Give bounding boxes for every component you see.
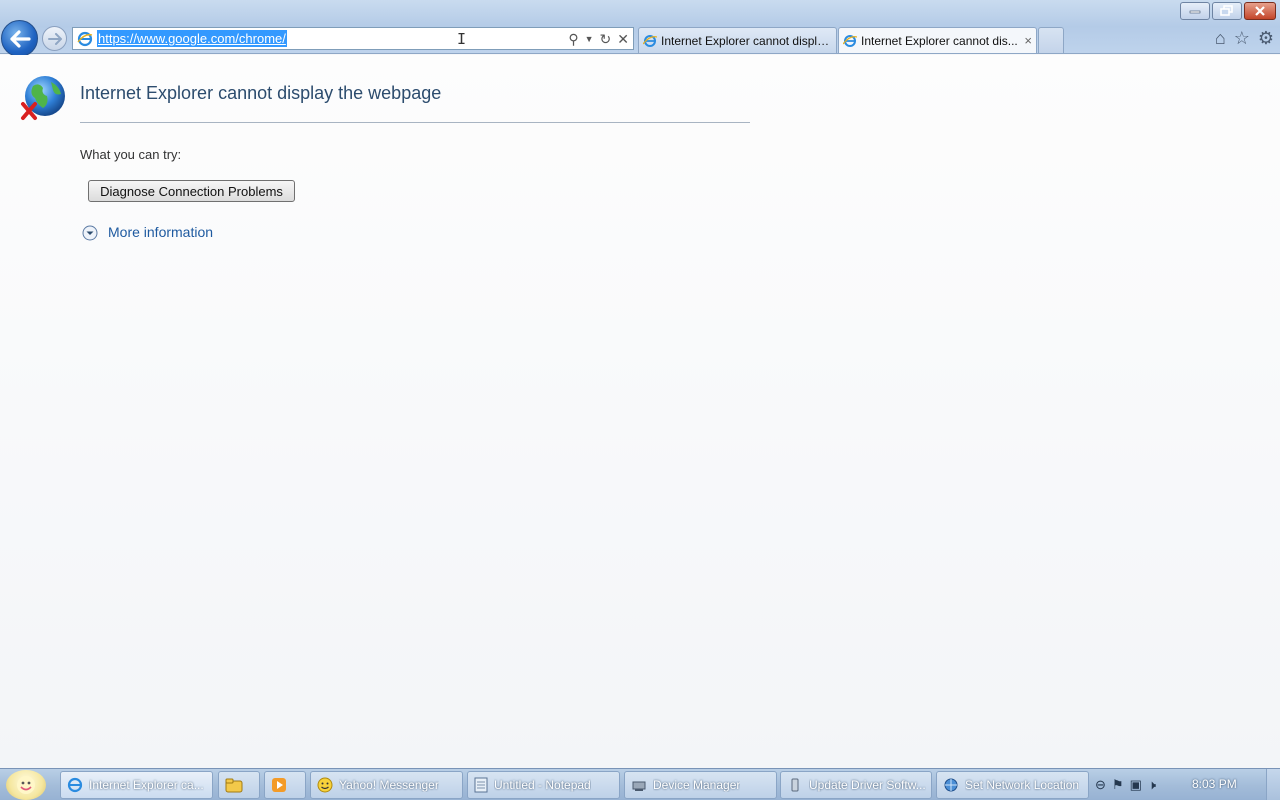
- page-content: Internet Explorer cannot display the web…: [0, 55, 1280, 768]
- text-cursor-icon: I: [457, 30, 467, 48]
- address-bar[interactable]: https://www.google.com/chrome/ I ⚲ ▼ ↻ ✕: [72, 27, 634, 50]
- browser-toolbar: https://www.google.com/chrome/ I ⚲ ▼ ↻ ✕…: [0, 0, 1280, 57]
- ie-tab-icon: [643, 34, 657, 47]
- folder-icon: [225, 778, 243, 793]
- volume-muted-icon[interactable]: 🕨: [1148, 777, 1156, 793]
- close-window-button[interactable]: [1244, 2, 1276, 20]
- browser-window: https://www.google.com/chrome/ I ⚲ ▼ ↻ ✕…: [0, 0, 1280, 768]
- network-icon: [944, 778, 958, 792]
- network-tray-icon[interactable]: ▣: [1130, 777, 1142, 793]
- clock[interactable]: 8:03 PM: [1192, 777, 1237, 791]
- tab-title: Internet Explorer cannot dis...: [861, 33, 1018, 48]
- taskbar-item-update-driver[interactable]: Update Driver Softw...: [780, 771, 932, 799]
- taskbar-item-ie[interactable]: Internet Explorer ca...: [60, 771, 213, 799]
- tab-1[interactable]: Internet Explorer cannot displa...: [638, 27, 837, 53]
- taskbar-item-explorer[interactable]: [218, 771, 260, 799]
- yahoo-messenger-icon: [317, 777, 333, 793]
- search-icon[interactable]: ⚲: [568, 30, 578, 48]
- address-tools: ⚲ ▼ ↻ ✕: [568, 30, 629, 48]
- ie-icon: [67, 777, 83, 793]
- back-button[interactable]: [1, 20, 38, 57]
- divider: [80, 122, 750, 123]
- restore-button[interactable]: [1212, 2, 1242, 20]
- taskbar-item-device-manager[interactable]: Device Manager: [624, 771, 777, 799]
- show-desktop-button[interactable]: [1266, 769, 1280, 800]
- back-arrow-icon: [9, 29, 31, 48]
- tab-strip: Internet Explorer cannot displa... Inter…: [638, 27, 1065, 53]
- refresh-icon[interactable]: ↻: [600, 30, 612, 48]
- tab-2-active[interactable]: Internet Explorer cannot dis... ×: [838, 27, 1037, 53]
- messenger-tray-icon[interactable]: ⊖: [1095, 777, 1106, 793]
- forward-arrow-icon: [47, 32, 62, 45]
- more-information-link[interactable]: More information: [108, 224, 213, 240]
- driver-update-icon: [791, 778, 799, 792]
- favorites-star-icon[interactable]: ☆: [1234, 28, 1250, 48]
- taskbar-item-media-player[interactable]: [264, 771, 306, 799]
- minimize-icon: [1189, 10, 1201, 14]
- taskbar-item-notepad[interactable]: Untitled - Notepad: [467, 771, 620, 799]
- what-you-can-try-label: What you can try:: [80, 147, 182, 162]
- device-manager-icon: [632, 781, 646, 791]
- url-text[interactable]: https://www.google.com/chrome/: [97, 30, 287, 47]
- notepad-icon: [474, 777, 488, 793]
- tab-title: Internet Explorer cannot displa...: [661, 33, 832, 48]
- media-player-icon: [272, 778, 286, 792]
- window-controls: [1180, 2, 1276, 20]
- taskbar-label: Yahoo! Messenger: [339, 778, 439, 792]
- taskbar: Internet Explorer ca... Yahoo! Messenger…: [0, 768, 1280, 800]
- taskbar-label: Untitled - Notepad: [494, 778, 591, 792]
- stop-icon[interactable]: ✕: [617, 30, 629, 48]
- ie-tab-icon: [843, 34, 857, 47]
- taskbar-item-yahoo-messenger[interactable]: Yahoo! Messenger: [310, 771, 463, 799]
- close-icon: [1255, 6, 1265, 16]
- dropdown-icon[interactable]: ▼: [585, 30, 594, 48]
- minimize-button[interactable]: [1180, 2, 1210, 20]
- restore-icon: [1220, 5, 1233, 16]
- command-icons: ⌂ ☆ ⚙: [1215, 28, 1274, 48]
- taskbar-label: Update Driver Softw...: [809, 778, 926, 792]
- taskbar-label: Internet Explorer ca...: [89, 778, 204, 792]
- new-tab-button[interactable]: [1038, 27, 1064, 53]
- taskbar-item-set-network-location[interactable]: Set Network Location: [936, 771, 1089, 799]
- home-icon[interactable]: ⌂: [1215, 28, 1226, 48]
- ie-page-icon: [77, 31, 93, 46]
- start-orb-icon: [17, 776, 35, 794]
- start-button[interactable]: [6, 770, 46, 800]
- tab-close-icon[interactable]: ×: [1024, 33, 1032, 48]
- action-center-flag-icon[interactable]: ⚑: [1112, 777, 1124, 793]
- taskbar-label: Device Manager: [653, 778, 741, 792]
- diagnose-connection-button[interactable]: Diagnose Connection Problems: [88, 180, 295, 202]
- tools-gear-icon[interactable]: ⚙: [1258, 28, 1274, 48]
- expand-chevron-icon[interactable]: [82, 225, 98, 241]
- globe-error-icon: [21, 76, 65, 120]
- page-title: Internet Explorer cannot display the web…: [80, 83, 442, 103]
- system-tray: ⊖ ⚑ ▣ 🕨: [1095, 769, 1156, 800]
- taskbar-label: Set Network Location: [965, 778, 1080, 792]
- forward-button[interactable]: [42, 26, 67, 51]
